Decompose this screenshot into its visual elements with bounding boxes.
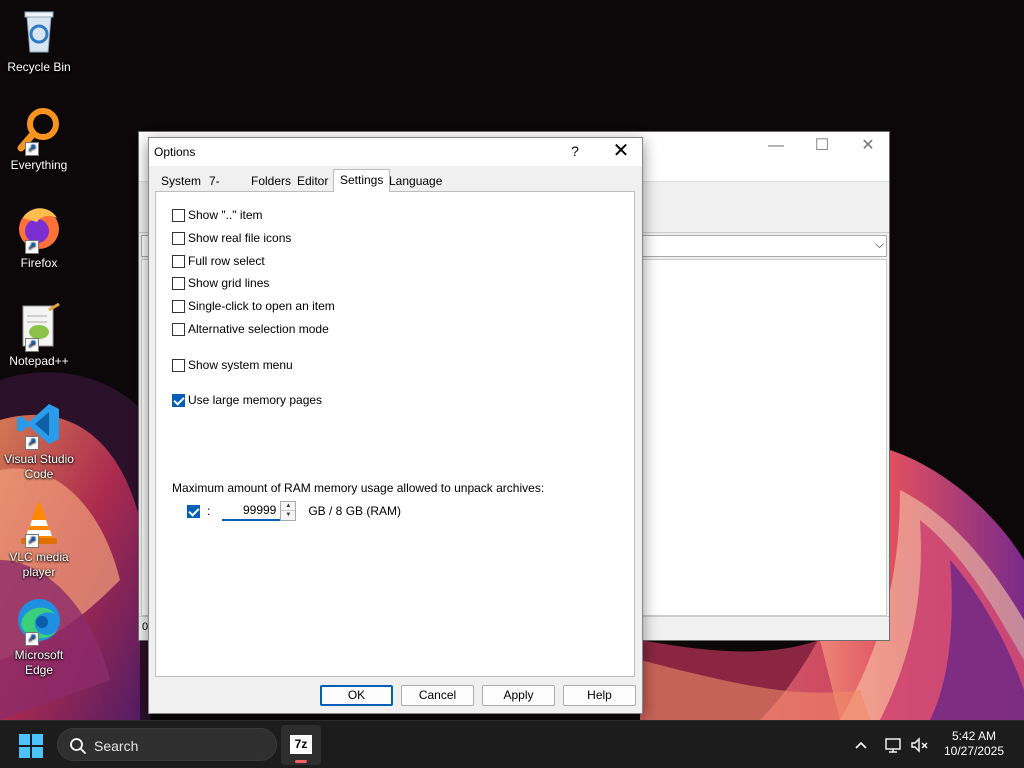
spin-up-icon[interactable]: ▲ — [281, 502, 296, 511]
option-show-real-file-icons[interactable]: Show real file icons — [172, 230, 291, 246]
taskbar-clock[interactable]: 5:42 AM 10/27/2025 — [934, 729, 1014, 759]
tab-editor[interactable]: Editor — [291, 172, 335, 191]
shortcut-arrow-icon: ↗ — [25, 142, 39, 156]
close-button[interactable]: ✕ — [845, 132, 891, 162]
apply-button[interactable]: Apply — [482, 685, 555, 706]
ram-limit-spinner[interactable]: ▲ ▼ — [280, 501, 297, 521]
option-label: Show system menu — [188, 358, 293, 372]
desktop-icon-label: Firefox — [20, 256, 58, 270]
windows-logo-icon — [19, 734, 43, 758]
tab-folders[interactable]: Folders — [245, 172, 298, 191]
volume-muted-icon[interactable] — [909, 735, 929, 755]
recycle-bin-icon — [15, 8, 63, 56]
help-button[interactable]: Help — [563, 685, 636, 706]
option-label: Single-click to open an item — [188, 299, 335, 313]
shortcut-arrow-icon: ↗ — [25, 436, 39, 450]
option-show-system-menu[interactable]: Show system menu — [172, 357, 293, 373]
shortcut-arrow-icon: ↗ — [25, 240, 39, 254]
option-label: Show ".." item — [188, 208, 263, 222]
chevron-down-icon[interactable]: ⌵ — [875, 237, 884, 252]
option-show-grid-lines[interactable]: Show grid lines — [172, 275, 269, 291]
minimize-button[interactable]: — — [753, 132, 799, 162]
desktop-icon-everything[interactable]: ↗ Everything — [2, 106, 76, 173]
checkbox[interactable] — [172, 358, 185, 372]
tab-7zip[interactable]: 7-Zip — [203, 172, 232, 206]
dialog-title: Options — [154, 145, 196, 159]
option-alternative-selection-mode[interactable]: Alternative selection mode — [172, 321, 329, 337]
shortcut-arrow-icon: ↗ — [25, 338, 39, 352]
tab-language[interactable]: Language — [383, 172, 449, 191]
checkbox[interactable] — [172, 231, 185, 245]
checkbox[interactable] — [172, 322, 185, 336]
tab-settings[interactable]: Settings — [333, 169, 391, 192]
desktop-icon-recycle-bin[interactable]: Recycle Bin — [2, 8, 76, 75]
settings-panel: Show ".." item Show real file icons Full… — [155, 191, 635, 677]
maximize-button[interactable]: ☐ — [799, 132, 845, 162]
option-label: Show grid lines — [188, 276, 270, 290]
7zip-logo-icon: 7z — [290, 735, 312, 754]
option-label: Full row select — [188, 254, 265, 268]
option-label: Show real file icons — [188, 231, 292, 245]
taskbar: Search 7z 5:42 AM 10/27/2025 — [0, 720, 1024, 768]
option-single-click-open[interactable]: Single-click to open an item — [172, 298, 335, 314]
shortcut-arrow-icon: ↗ — [25, 534, 39, 548]
cancel-button[interactable]: Cancel — [401, 685, 474, 706]
checkbox[interactable] — [172, 299, 185, 313]
dialog-close-button[interactable]: ✕ — [603, 138, 639, 166]
everything-icon: ↗ — [15, 106, 63, 156]
chevron-up-icon[interactable] — [851, 735, 871, 755]
clock-date: 10/27/2025 — [943, 744, 1005, 758]
start-button[interactable] — [18, 733, 44, 759]
desktop-icon-edge[interactable]: ↗ Microsoft Edge — [2, 596, 76, 678]
vlc-cone-icon: ↗ — [15, 498, 63, 548]
checkbox[interactable] — [172, 276, 185, 290]
taskbar-7zip-button[interactable]: 7z — [281, 725, 321, 765]
desktop-icon-label: Visual Studio Code — [4, 452, 74, 481]
notepad-plus-plus-icon: ↗ — [15, 302, 63, 352]
taskbar-search-box[interactable]: Search — [57, 728, 277, 761]
search-placeholder: Search — [94, 738, 139, 754]
running-indicator — [295, 760, 307, 763]
network-icon[interactable] — [883, 735, 903, 755]
option-full-row-select[interactable]: Full row select — [172, 253, 265, 269]
desktop-icon-label: Notepad++ — [9, 354, 69, 368]
desktop-icon-firefox[interactable]: ↗ Firefox — [2, 204, 76, 271]
vscode-icon: ↗ — [15, 400, 63, 450]
options-dialog[interactable]: Options ? ✕ System 7-Zip Folders Editor … — [148, 137, 643, 714]
ram-limit-row: : ▲ ▼ GB / 8 GB (RAM) — [187, 501, 401, 521]
checkbox[interactable] — [172, 208, 185, 222]
desktop-icon-label: Microsoft Edge — [14, 648, 64, 677]
checkbox-checked[interactable] — [172, 393, 185, 407]
tab-system[interactable]: System — [155, 172, 208, 191]
ok-button[interactable]: OK — [320, 685, 393, 706]
spin-down-icon[interactable]: ▼ — [281, 511, 295, 520]
option-show-dotdot-item[interactable]: Show ".." item — [172, 207, 263, 223]
option-label: Alternative selection mode — [188, 322, 329, 336]
desktop-icon-vlc[interactable]: ↗ VLC media player — [2, 498, 76, 580]
option-use-large-memory-pages[interactable]: Use large memory pages — [172, 392, 322, 408]
edge-icon: ↗ — [15, 596, 63, 646]
dialog-titlebar[interactable]: Options ? ✕ — [149, 138, 642, 166]
ram-limit-checkbox[interactable] — [187, 504, 200, 518]
desktop-icon-vscode[interactable]: ↗ Visual Studio Code — [2, 400, 76, 482]
ram-limit-input[interactable] — [222, 501, 281, 521]
ram-colon: : — [207, 504, 211, 518]
desktop-icon-label: Recycle Bin — [7, 60, 71, 74]
help-question-button[interactable]: ? — [561, 138, 589, 166]
ram-limit-unit: GB / 8 GB (RAM) — [308, 504, 402, 518]
desktop-icon-label: VLC media player — [9, 550, 69, 579]
firefox-icon: ↗ — [15, 204, 63, 254]
clock-time: 5:42 AM — [951, 729, 997, 743]
checkbox[interactable] — [172, 254, 185, 268]
desktop-icon-label: Everything — [10, 158, 68, 172]
option-label: Use large memory pages — [188, 393, 323, 407]
desktop-icon-notepad-plus-plus[interactable]: ↗ Notepad++ — [2, 302, 76, 369]
ram-limit-label: Maximum amount of RAM memory usage allow… — [172, 481, 545, 495]
shortcut-arrow-icon: ↗ — [25, 632, 39, 646]
search-icon — [69, 737, 87, 755]
